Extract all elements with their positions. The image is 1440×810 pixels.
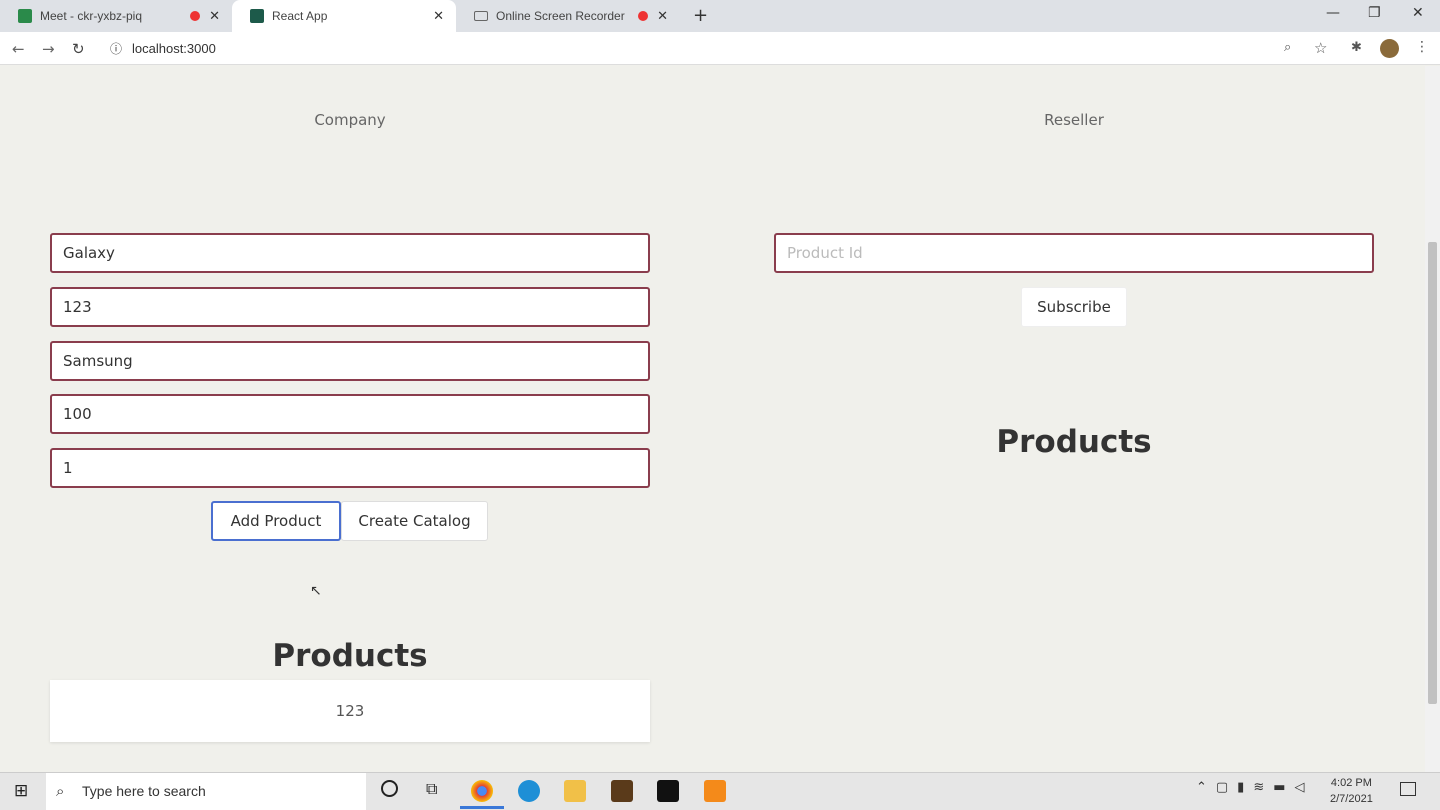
file-explorer-icon[interactable] [564, 780, 586, 802]
price-input[interactable] [50, 394, 650, 434]
company-products-title: Products [272, 638, 428, 674]
url-text: localhost:3000 [132, 41, 216, 56]
reseller-product-id-input[interactable] [774, 233, 1374, 273]
tab-title: Online Screen Recorder [496, 9, 625, 23]
reseller-header: Reseller [1044, 111, 1104, 129]
clock[interactable]: 4:02 PM 2/7/2021 [1330, 775, 1373, 807]
taskbar-search[interactable]: ⌕ Type here to search [46, 773, 366, 810]
edge-icon[interactable] [518, 780, 540, 802]
menu-icon[interactable]: ⋮ [1415, 39, 1429, 55]
profile-avatar[interactable] [1380, 39, 1399, 58]
close-tab-icon[interactable]: ✕ [657, 8, 668, 24]
task-view-icon[interactable]: ⧉ [426, 779, 437, 799]
sublime-text-icon[interactable] [704, 780, 726, 802]
url-field[interactable]: ⓘ localhost:3000 [104, 37, 1304, 61]
tab-screen-recorder[interactable]: Online Screen Recorder ✕ [456, 0, 680, 32]
scrollbar-thumb[interactable] [1428, 242, 1437, 704]
reload-button[interactable]: ↻ [72, 40, 85, 58]
manufacturer-input[interactable] [50, 341, 650, 381]
tab-react-app[interactable]: React App ✕ [232, 0, 456, 32]
close-window-button[interactable]: ✕ [1412, 5, 1424, 21]
close-tab-icon[interactable]: ✕ [209, 8, 220, 24]
date: 2/7/2021 [1330, 793, 1373, 805]
recording-icon [638, 11, 648, 21]
tab-bar: Meet - ckr-yxbz-piq ✕ React App ✕ Online S… [0, 0, 1440, 32]
forward-button[interactable]: → [42, 40, 55, 58]
zoom-icon[interactable]: ⌕ [1284, 40, 1291, 55]
product-id-input[interactable] [50, 287, 650, 327]
quantity-input[interactable] [50, 448, 650, 488]
new-tab-button[interactable]: + [693, 5, 708, 26]
create-catalog-button[interactable]: Create Catalog [341, 501, 488, 541]
system-tray-icons[interactable]: ⌃▢▮≋▬◁ [1196, 780, 1314, 795]
product-name-input[interactable] [50, 233, 650, 273]
tab-meet[interactable]: Meet - ckr-yxbz-piq ✕ [0, 0, 232, 32]
app-icon[interactable] [611, 780, 633, 802]
tab-title: Meet - ckr-yxbz-piq [40, 9, 143, 23]
cortana-icon[interactable] [381, 780, 398, 797]
recording-icon [190, 11, 200, 21]
back-button[interactable]: ← [12, 40, 25, 58]
react-icon [250, 9, 264, 23]
add-product-button[interactable]: Add Product [211, 501, 341, 541]
monitor-icon [474, 11, 488, 21]
extensions-icon[interactable]: ✱ [1351, 40, 1362, 55]
notifications-icon[interactable] [1400, 782, 1416, 796]
mouse-cursor: ↖ [310, 583, 322, 599]
tab-title: React App [272, 9, 328, 23]
windows-start-icon[interactable]: ⊞ [14, 781, 28, 801]
reseller-products-title: Products [996, 424, 1152, 460]
search-placeholder: Type here to search [82, 783, 206, 799]
info-icon: ⓘ [110, 42, 123, 56]
minimize-button[interactable]: — [1326, 5, 1340, 21]
restore-button[interactable]: ❐ [1368, 5, 1381, 21]
subscribe-button[interactable]: Subscribe [1021, 287, 1127, 327]
active-app-indicator [460, 806, 504, 809]
time: 4:02 PM [1330, 777, 1372, 789]
meet-icon [18, 9, 32, 23]
search-icon: ⌕ [56, 783, 65, 800]
close-tab-icon[interactable]: ✕ [433, 8, 444, 24]
chrome-icon[interactable] [471, 780, 493, 802]
product-card: 123 [50, 680, 650, 742]
terminal-icon[interactable] [657, 780, 679, 802]
bookmark-star-icon[interactable]: ☆ [1314, 39, 1327, 57]
company-header: Company [314, 111, 386, 129]
